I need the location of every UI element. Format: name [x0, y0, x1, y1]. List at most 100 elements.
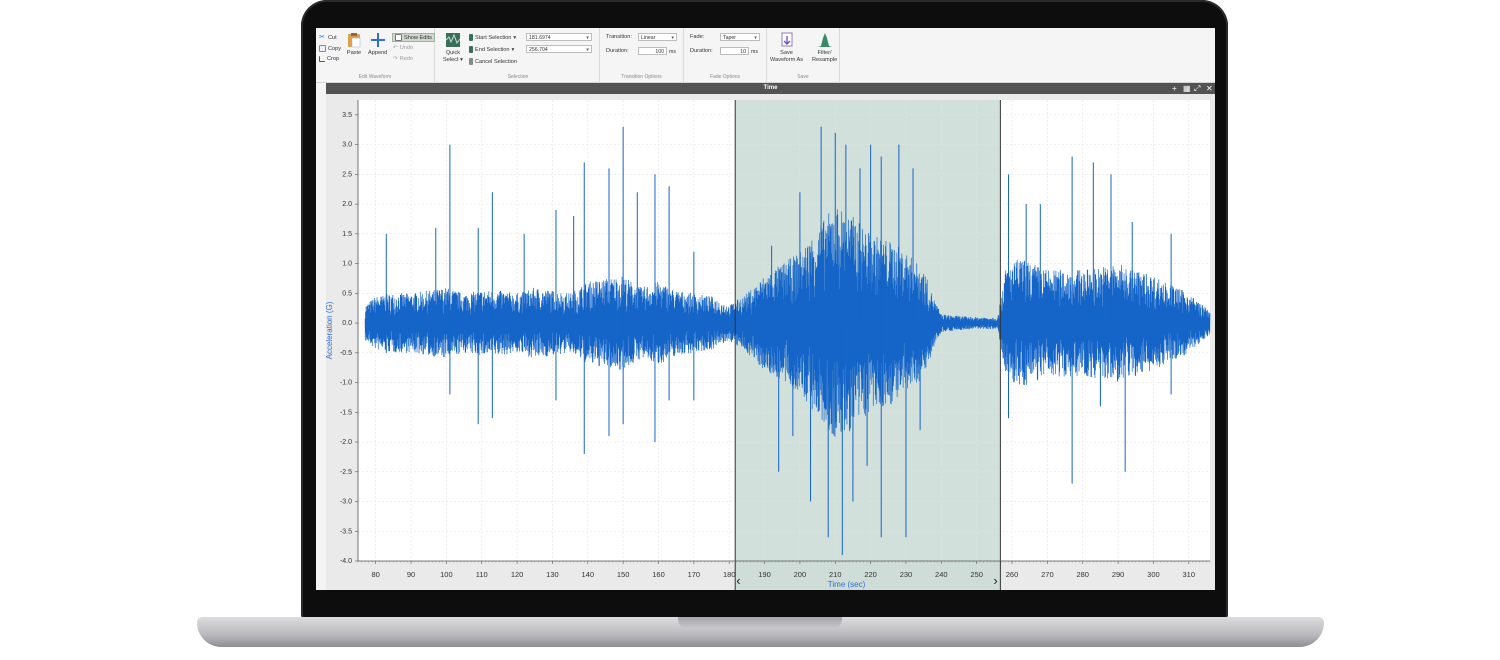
add-icon[interactable]: + [1172, 84, 1177, 93]
transition-duration-label: Duration: [606, 48, 629, 54]
transition-duration-input[interactable]: 100 [638, 47, 667, 55]
x-tick-label: 110 [476, 570, 488, 579]
y-tick-label: -1.5 [340, 409, 352, 416]
fade-select[interactable]: Taper [720, 33, 760, 41]
save-waveform-icon [781, 32, 793, 47]
start-selection-button[interactable]: Start Selection ▾ [469, 34, 516, 41]
chart-panel-header: Time + ▦ ⤢ ✕ [326, 83, 1215, 94]
y-tick-label: -2.0 [340, 439, 352, 446]
cancel-selection-label: Cancel Selection [475, 58, 517, 65]
cancel-selection-icon [469, 58, 473, 65]
x-tick-label: 250 [970, 570, 983, 579]
crop-button[interactable]: Crop [319, 56, 339, 62]
fade-unit: ms [751, 49, 758, 55]
x-tick-label: 130 [546, 570, 559, 579]
x-tick-label: 180 [723, 570, 736, 579]
x-tick-label: 310 [1183, 570, 1196, 579]
y-tick-label: -0.5 [340, 350, 352, 357]
end-selection-label: End Selection [475, 46, 510, 53]
paste-label: Paste [346, 50, 362, 56]
crop-icon [319, 56, 325, 62]
quick-select-icon [445, 33, 461, 47]
y-tick-label: 0.5 [342, 290, 352, 297]
y-tick-label: 3.0 [342, 142, 352, 149]
quick-select-label-2: Select [443, 56, 459, 63]
x-tick-label: 280 [1076, 570, 1089, 579]
start-selection-input[interactable]: 181.6974 [526, 33, 592, 41]
selection-end-handle[interactable]: › [993, 573, 997, 588]
start-selection-label: Start Selection [475, 34, 512, 41]
transition-value: Linear [641, 35, 656, 41]
start-selection-icon [469, 34, 473, 41]
append-button[interactable]: Append [368, 32, 387, 57]
x-tick-label: 150 [617, 570, 630, 579]
panel-title: Time [763, 85, 778, 91]
expand-icon[interactable]: ⤢ [1194, 84, 1200, 93]
end-selection-button[interactable]: End Selection ▾ [469, 46, 514, 53]
app-screen: ✂ Cut Copy Crop Paste Append Show Edits … [316, 28, 1215, 590]
x-tick-label: 210 [829, 570, 842, 579]
clipboard-icon [348, 33, 361, 48]
y-tick-label: 0.0 [342, 320, 352, 327]
cut-button[interactable]: ✂ Cut [319, 34, 337, 41]
save-waveform-as-button[interactable]: Save Waveform As [770, 32, 803, 63]
fade-value: Taper [723, 35, 736, 41]
filter-resample-button[interactable]: Filter/ Resample [812, 32, 837, 63]
y-axis-label: Acceleration (G) [326, 301, 334, 359]
selection-group: Quick Select ▾ Start Selection ▾ 181.697… [437, 28, 600, 82]
copy-label: Copy [328, 45, 342, 52]
x-tick-label: 140 [582, 570, 595, 579]
edit-waveform-group: ✂ Cut Copy Crop Paste Append Show Edits … [316, 28, 435, 82]
x-tick-label: 220 [864, 570, 877, 579]
fade-options-group: Fade: Taper Duration: 10 ms Fade Options [684, 28, 767, 82]
filter-label-1: Filter/ [817, 50, 832, 56]
redo-label: Redo [399, 56, 414, 62]
x-tick-label: 120 [511, 570, 524, 579]
undo-icon: ↶ [393, 45, 398, 51]
waveform-plot[interactable]: 3.5 3.0 2.5 2.0 1.5 1.0 0.5 0.0 -0.5 -1.0 -1.5 -2.0… [325, 94, 1215, 590]
y-tick-label: 2.5 [342, 171, 352, 178]
end-selection-input[interactable]: 256.704 [526, 45, 592, 53]
grid-icon[interactable]: ▦ [1183, 84, 1191, 93]
x-tick-label: 290 [1112, 570, 1125, 579]
x-tick-label: 230 [900, 570, 913, 579]
y-tick-label: -1.0 [340, 380, 352, 387]
y-tick-label: 2.0 [342, 201, 352, 208]
fade-label: Fade: [690, 34, 705, 40]
x-tick-label: 270 [1041, 570, 1054, 579]
ribbon-toolbar: ✂ Cut Copy Crop Paste Append Show Edits … [316, 28, 1215, 83]
redo-button[interactable]: ↷ Redo [393, 56, 413, 62]
end-selection-value: 256.704 [529, 47, 548, 53]
save-waveform-label-1: Save [780, 50, 793, 56]
y-tick-label: -3.0 [340, 499, 352, 506]
x-axis-label: Time (sec) [828, 580, 866, 589]
transition-group-label: Transition Options [621, 74, 662, 80]
quick-select-button[interactable]: Quick Select ▾ [443, 32, 463, 63]
laptop-notch [678, 617, 842, 629]
transition-label: Transition: [606, 34, 632, 40]
selection-start-handle[interactable]: ‹ [736, 573, 740, 588]
selection-group-label: Selection [507, 74, 529, 80]
cancel-selection-button[interactable]: Cancel Selection [469, 58, 517, 65]
end-selection-icon [469, 46, 473, 53]
copy-button[interactable]: Copy [319, 45, 341, 52]
edit-waveform-group-label: Edit Waveform [358, 74, 392, 80]
x-tick-label: 160 [652, 570, 665, 579]
paste-button[interactable]: Paste [346, 32, 362, 57]
fade-duration-label: Duration: [690, 48, 713, 54]
transition-select[interactable]: Linear [638, 33, 677, 41]
transition-options-group: Transition: Linear Duration: 100 ms Tran… [600, 28, 684, 82]
x-tick-label: 300 [1147, 570, 1160, 579]
x-tick-label: 190 [758, 570, 771, 579]
redo-icon: ↷ [393, 56, 398, 62]
show-edits-toggle[interactable]: Show Edits [392, 33, 435, 42]
x-tick-label: 100 [440, 570, 453, 579]
undo-button[interactable]: ↶ Undo [393, 45, 413, 51]
close-icon[interactable]: ✕ [1206, 84, 1213, 93]
waveform-chart[interactable]: 3.5 3.0 2.5 2.0 1.5 1.0 0.5 0.0 -0.5 -1.0 -1.5 -2.0… [325, 94, 1215, 590]
undo-label: Undo [399, 45, 414, 51]
x-tick-label: 260 [1006, 570, 1019, 579]
y-tick-label: 3.5 [342, 112, 352, 119]
show-edits-icon [395, 34, 402, 41]
fade-duration-input[interactable]: 10 [720, 47, 749, 55]
